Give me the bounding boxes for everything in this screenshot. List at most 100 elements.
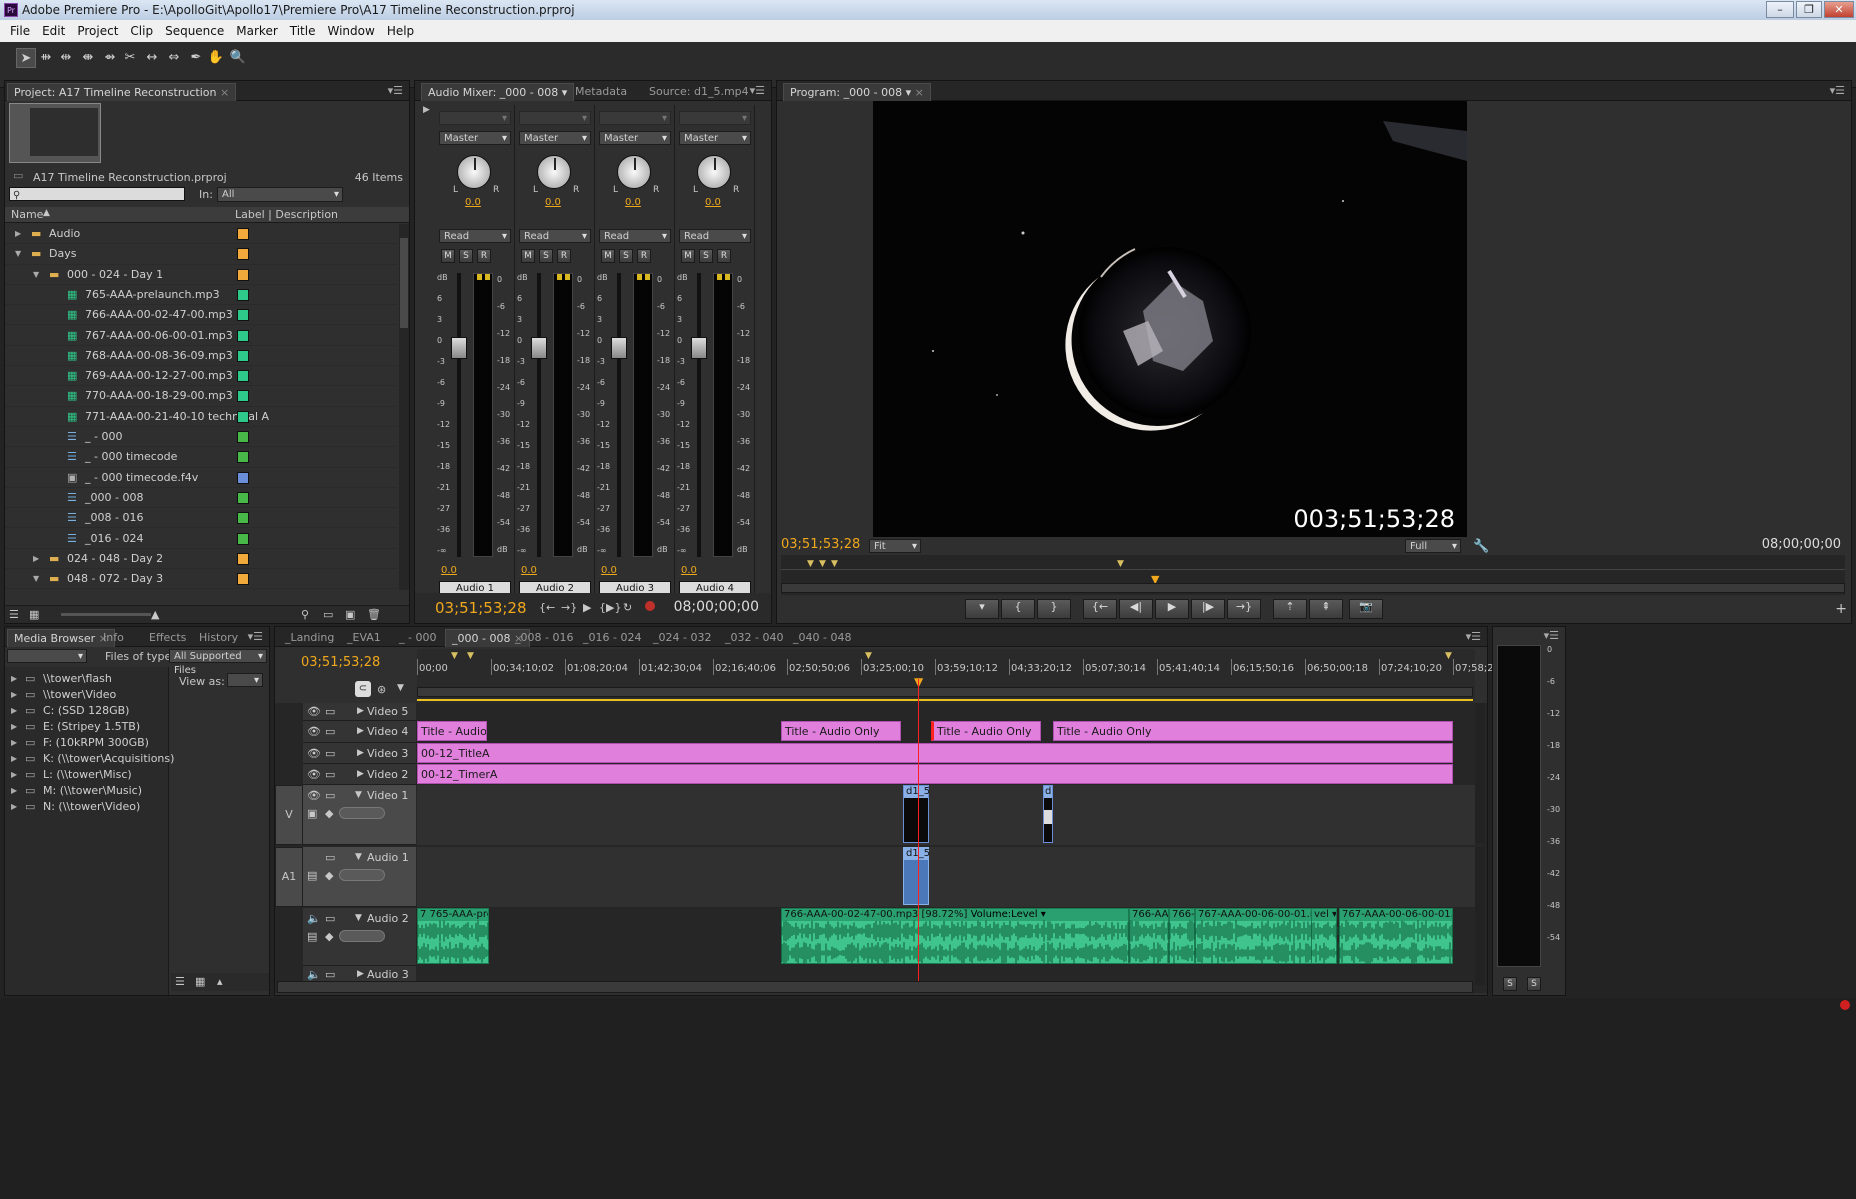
pan-knob[interactable]: [697, 155, 731, 189]
clip-video-d1-5[interactable]: d1_5: [903, 785, 930, 843]
drive-item[interactable]: ▶ ▭ C: (SSD 128GB): [5, 703, 169, 719]
drive-item[interactable]: ▶ ▭ E: (Stripey 1.5TB): [5, 719, 169, 735]
marker-icon[interactable]: ▼: [1117, 559, 1124, 569]
label-color-swatch[interactable]: [237, 431, 249, 443]
lock-icon[interactable]: ▭: [325, 725, 335, 738]
pan-knob[interactable]: [617, 155, 651, 189]
marker-icon[interactable]: ▼: [865, 651, 872, 661]
marker-icon[interactable]: ▼: [451, 651, 458, 661]
expand-drive-icon[interactable]: ▶: [11, 735, 17, 751]
clip-title-audio-only[interactable]: Title - Audio Only: [931, 721, 1041, 741]
lock-icon[interactable]: ▭: [325, 789, 335, 802]
label-color-swatch[interactable]: [237, 309, 249, 322]
menu-sequence[interactable]: Sequence: [159, 20, 230, 42]
clip-title-a[interactable]: 00-12_TitleA: [417, 743, 1453, 763]
project-item-row[interactable]: ▼ ▬ 048 - 072 - Day 3: [5, 569, 397, 590]
new-bin-icon[interactable]: ▭: [323, 608, 333, 621]
menu-clip[interactable]: Clip: [124, 20, 159, 42]
selection-tool-icon[interactable]: ➤: [16, 48, 36, 68]
timeline-current-timecode[interactable]: 03;51;53;28: [301, 655, 380, 670]
tab-sequence[interactable]: _EVA1: [341, 629, 387, 647]
label-color-swatch[interactable]: [237, 349, 249, 362]
tab-audio-mixer[interactable]: Audio Mixer: _000 - 008 ▾: [421, 83, 575, 101]
expand-drive-icon[interactable]: ▶: [11, 799, 17, 815]
show-hide-effects-icon[interactable]: ▶: [423, 105, 430, 115]
lock-icon[interactable]: ▭: [325, 768, 335, 781]
tab-sequence[interactable]: _016 - 024: [577, 629, 647, 647]
expand-drive-icon[interactable]: ▶: [11, 687, 17, 703]
drive-item[interactable]: ▶ ▭ L: (\\tower\Misc): [5, 767, 169, 783]
eye-icon[interactable]: 👁: [307, 768, 321, 781]
track-video3[interactable]: 👁 ▭ ▶ Video 3: [303, 743, 416, 764]
program-menu-icon[interactable]: ▾☰: [1830, 84, 1845, 97]
pan-value[interactable]: 0.0: [545, 197, 561, 208]
volume-fader[interactable]: [691, 337, 707, 359]
keyframe-icon[interactable]: ◆: [325, 869, 333, 882]
mixer-menu-icon[interactable]: ▾☰: [750, 84, 765, 97]
export-frame-button[interactable]: 📷: [1349, 599, 1383, 619]
tab-info[interactable]: Info: [97, 629, 130, 647]
play-icon[interactable]: ▶: [583, 601, 591, 614]
set-encore-marker-icon[interactable]: ⊛: [377, 683, 386, 696]
ripple-edit-tool-icon[interactable]: ⇹: [56, 48, 76, 68]
clip-audio-d1-5[interactable]: d1_5: [903, 847, 930, 905]
label-color-swatch[interactable]: [237, 329, 249, 342]
track-video4[interactable]: 👁 ▭ ▶ Video 4: [303, 721, 416, 743]
expand-folder-icon[interactable]: ▶: [15, 224, 21, 244]
marker-icon[interactable]: ▼: [807, 559, 814, 569]
slip-tool-icon[interactable]: ↔: [142, 48, 162, 68]
project-item-row[interactable]: ☰ _ - 000 timecode: [5, 447, 397, 468]
lock-icon[interactable]: ▭: [325, 968, 335, 981]
eye-icon[interactable]: 👁: [307, 789, 321, 802]
solo-right-button[interactable]: S: [1527, 977, 1541, 991]
zoom-tool-icon[interactable]: 🔍: [228, 48, 248, 68]
menu-marker[interactable]: Marker: [230, 20, 283, 42]
tab-source[interactable]: Source: d1_5.mp4: [643, 83, 755, 101]
label-color-swatch[interactable]: [237, 552, 249, 565]
audio-target-a1[interactable]: A1: [275, 847, 303, 907]
video-target-v[interactable]: V: [275, 785, 303, 845]
collapse-folder-icon[interactable]: ▼: [15, 244, 21, 264]
effects-dropdown[interactable]: [439, 111, 511, 126]
pan-value[interactable]: 0.0: [705, 197, 721, 208]
project-item-row[interactable]: ▦ 765-AAA-prelaunch.mp3: [5, 285, 397, 306]
play-in-to-out-icon[interactable]: {▶}: [599, 601, 621, 614]
step-back-button[interactable]: ◀|: [1119, 599, 1153, 619]
project-item-row[interactable]: ▦ 770-AAA-00-18-29-00.mp3: [5, 386, 397, 407]
pan-value[interactable]: 0.0: [465, 197, 481, 208]
column-name[interactable]: Name: [11, 208, 43, 221]
clip-video-d[interactable]: d: [1043, 785, 1053, 843]
volume-fader[interactable]: [611, 337, 627, 359]
lock-icon[interactable]: ▭: [325, 851, 335, 864]
automate-icon[interactable]: ▲: [151, 608, 159, 621]
extract-button[interactable]: ⇞: [1309, 599, 1343, 619]
go-to-in-icon[interactable]: {←: [539, 601, 555, 614]
loop-icon[interactable]: ↻: [623, 601, 632, 614]
files-of-type-dropdown[interactable]: All Supported Files: [169, 649, 267, 676]
keyframe-icon[interactable]: ◆: [325, 807, 333, 820]
volume-value[interactable]: 0.0: [681, 565, 697, 576]
expand-drive-icon[interactable]: ▶: [11, 671, 17, 687]
status-error-icon[interactable]: [1840, 1000, 1850, 1010]
label-color-swatch[interactable]: [237, 288, 249, 301]
expand-track-icon[interactable]: ▶: [357, 769, 364, 779]
marker-icon[interactable]: ▼: [467, 651, 474, 661]
tab-sequence[interactable]: _024 - 032: [647, 629, 717, 647]
track-audio2[interactable]: 🔈 ▭ ▼ Audio 2 ▤ ◆: [303, 908, 416, 966]
tab-program[interactable]: Program: _000 - 008 ▾ ×: [783, 83, 931, 101]
automation-mode-dropdown[interactable]: Read: [439, 229, 511, 244]
output-dropdown[interactable]: Master: [439, 131, 511, 146]
display-style-icon[interactable]: ▣: [307, 807, 317, 820]
record-enable-button[interactable]: R: [717, 249, 731, 263]
column-label-description[interactable]: Label | Description: [235, 208, 338, 221]
add-marker-icon[interactable]: ▼: [397, 683, 404, 693]
marker-icon[interactable]: ▼: [831, 559, 838, 569]
mark-in-button[interactable]: {: [1001, 599, 1035, 619]
output-dropdown[interactable]: Master: [599, 131, 671, 146]
label-color-swatch[interactable]: [237, 248, 249, 261]
zoom-dropdown[interactable]: Fit: [869, 539, 921, 554]
minimize-button[interactable]: –: [1766, 1, 1794, 18]
volume-value[interactable]: 0.0: [521, 565, 537, 576]
tab-history[interactable]: History: [193, 629, 244, 647]
solo-button[interactable]: S: [539, 249, 553, 263]
